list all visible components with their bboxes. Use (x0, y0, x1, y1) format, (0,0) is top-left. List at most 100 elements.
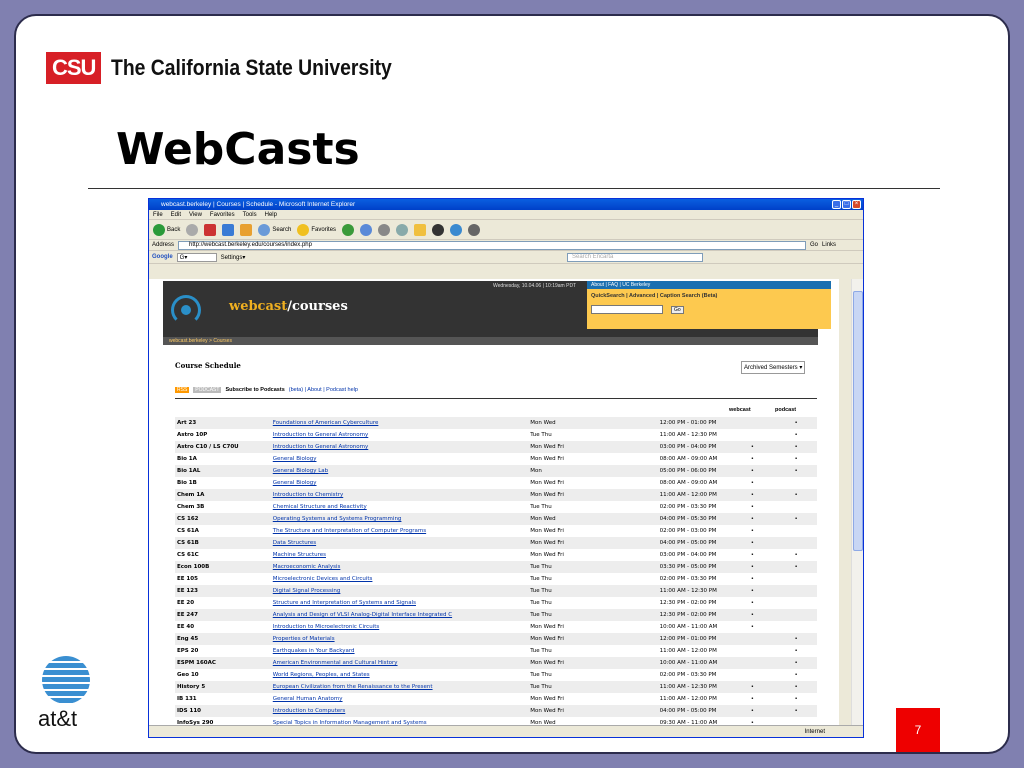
course-title-link[interactable]: Introduction to General Astronomy (271, 429, 528, 441)
quicksearch-input[interactable] (591, 305, 663, 314)
course-title-link[interactable]: Structure and Interpretation of Systems … (271, 597, 528, 609)
webcast-marker[interactable]: • (729, 501, 773, 513)
podcast-marker[interactable] (773, 477, 817, 489)
folder-icon[interactable] (414, 223, 427, 236)
breadcrumb[interactable]: webcast.berkeley > Courses (163, 337, 818, 345)
course-title-link[interactable]: European Civilization from the Renaissan… (270, 681, 529, 693)
webcast-marker[interactable] (729, 657, 774, 669)
webcast-marker[interactable]: • (729, 465, 774, 477)
webcast-marker[interactable]: • (729, 693, 773, 705)
rss-badge[interactable]: RSS (175, 387, 190, 393)
webcast-marker[interactable]: • (729, 513, 774, 525)
course-title-link[interactable]: Digital Signal Processing (270, 585, 529, 597)
podcast-marker[interactable]: • (773, 465, 817, 477)
course-title-link[interactable]: Properties of Materials (270, 633, 529, 645)
webcast-marker[interactable]: • (729, 609, 774, 621)
podcast-marker[interactable] (773, 585, 817, 597)
webcast-marker[interactable]: • (729, 573, 773, 585)
podcast-marker[interactable]: • (773, 693, 817, 705)
settings-button[interactable]: Settings▾ (221, 254, 246, 261)
back-button[interactable]: Back (153, 223, 180, 236)
address-input[interactable]: http://webcast.berkeley.edu/courses/inde… (178, 240, 807, 250)
close-button[interactable]: × (852, 200, 861, 209)
webcast-marker[interactable]: • (729, 549, 773, 561)
podcast-marker[interactable]: • (773, 669, 817, 681)
maximize-button[interactable]: □ (842, 200, 851, 209)
podcast-marker[interactable]: • (773, 513, 817, 525)
podcast-marker[interactable] (773, 537, 817, 549)
course-title-link[interactable]: Earthquakes in Your Backyard (271, 645, 528, 657)
menu-file[interactable]: File (153, 212, 163, 218)
stop-icon[interactable] (204, 223, 217, 236)
course-title-link[interactable]: Special Topics in Information Management… (271, 717, 528, 725)
edit-icon[interactable] (396, 223, 409, 236)
webcast-marker[interactable] (729, 429, 773, 441)
webcast-marker[interactable] (729, 633, 774, 645)
site-logo[interactable]: webcast/courses (229, 299, 348, 314)
podcast-marker[interactable] (773, 501, 817, 513)
podcast-marker[interactable]: • (773, 489, 817, 501)
podcast-marker[interactable] (773, 621, 817, 633)
search-button[interactable]: Search (258, 223, 291, 236)
webcast-marker[interactable]: • (729, 561, 774, 573)
course-title-link[interactable]: Operating Systems and Systems Programmin… (270, 513, 529, 525)
history-icon[interactable] (342, 223, 355, 236)
minimize-button[interactable]: _ (832, 200, 841, 209)
webcast-marker[interactable]: • (729, 441, 774, 453)
menu-favorites[interactable]: Favorites (210, 212, 235, 218)
menu-view[interactable]: View (189, 212, 202, 218)
home-icon[interactable] (240, 223, 253, 236)
go-button[interactable]: Go (810, 242, 818, 248)
google-search-input[interactable]: G▾ (176, 252, 217, 262)
webcast-marker[interactable]: • (729, 705, 774, 717)
podcast-marker[interactable]: • (773, 429, 817, 441)
course-title-link[interactable]: General Biology (271, 477, 528, 489)
course-title-link[interactable]: General Biology Lab (270, 465, 529, 477)
course-title-link[interactable]: Introduction to Chemistry (270, 489, 529, 501)
webcast-marker[interactable]: • (729, 453, 773, 465)
podcast-marker[interactable]: • (773, 417, 817, 429)
course-title-link[interactable]: Introduction to General Astronomy (270, 441, 529, 453)
quicksearch-go-button[interactable]: Go (671, 305, 684, 314)
webcast-marker[interactable]: • (729, 489, 774, 501)
top-links[interactable]: About | FAQ | UC Berkeley (587, 281, 831, 289)
menu-help[interactable]: Help (265, 212, 277, 218)
messenger-icon[interactable] (450, 223, 463, 236)
course-title-link[interactable]: Data Structures (270, 537, 529, 549)
webcast-marker[interactable]: • (729, 525, 773, 537)
archived-semesters-select[interactable]: Archived Semesters ▾ (741, 361, 806, 374)
podcast-marker[interactable] (773, 609, 817, 621)
course-title-link[interactable]: American Environmental and Cultural Hist… (270, 657, 529, 669)
course-title-link[interactable]: General Biology (271, 453, 528, 465)
refresh-icon[interactable] (222, 223, 235, 236)
forward-arrow-icon[interactable] (186, 223, 199, 236)
course-title-link[interactable]: Foundations of American Cyberculture (270, 417, 529, 429)
webcast-marker[interactable] (729, 417, 774, 429)
podcast-marker[interactable]: • (773, 645, 817, 657)
webcast-marker[interactable]: • (729, 681, 774, 693)
course-title-link[interactable]: Introduction to Microelectronic Circuits (271, 621, 528, 633)
webcast-marker[interactable] (729, 669, 773, 681)
links-label[interactable]: Links (822, 242, 836, 248)
media-icon[interactable] (432, 223, 445, 236)
podcast-marker[interactable] (773, 525, 817, 537)
podcast-marker[interactable]: • (773, 561, 817, 573)
webcast-marker[interactable] (729, 645, 773, 657)
podcast-marker[interactable]: • (773, 657, 817, 669)
mail-icon[interactable] (360, 223, 373, 236)
webcast-marker[interactable]: • (729, 585, 774, 597)
menu-tools[interactable]: Tools (243, 212, 257, 218)
course-title-link[interactable]: General Human Anatomy (271, 693, 528, 705)
podcast-marker[interactable]: • (773, 441, 817, 453)
menu-edit[interactable]: Edit (171, 212, 181, 218)
favorites-button[interactable]: Favorites (297, 223, 336, 236)
course-title-link[interactable]: Macroeconomic Analysis (270, 561, 529, 573)
webcast-marker[interactable]: • (729, 597, 773, 609)
vertical-scrollbar[interactable] (851, 279, 863, 725)
course-title-link[interactable]: Introduction to Computers (270, 705, 529, 717)
subscribe-note[interactable]: (beta) | About | Podcast help (289, 387, 358, 393)
course-title-link[interactable]: World Regions, Peoples, and States (271, 669, 528, 681)
webcast-marker[interactable]: • (729, 717, 773, 725)
encarta-search-input[interactable]: Search Encarta (567, 253, 703, 262)
podcast-marker[interactable] (773, 573, 817, 585)
